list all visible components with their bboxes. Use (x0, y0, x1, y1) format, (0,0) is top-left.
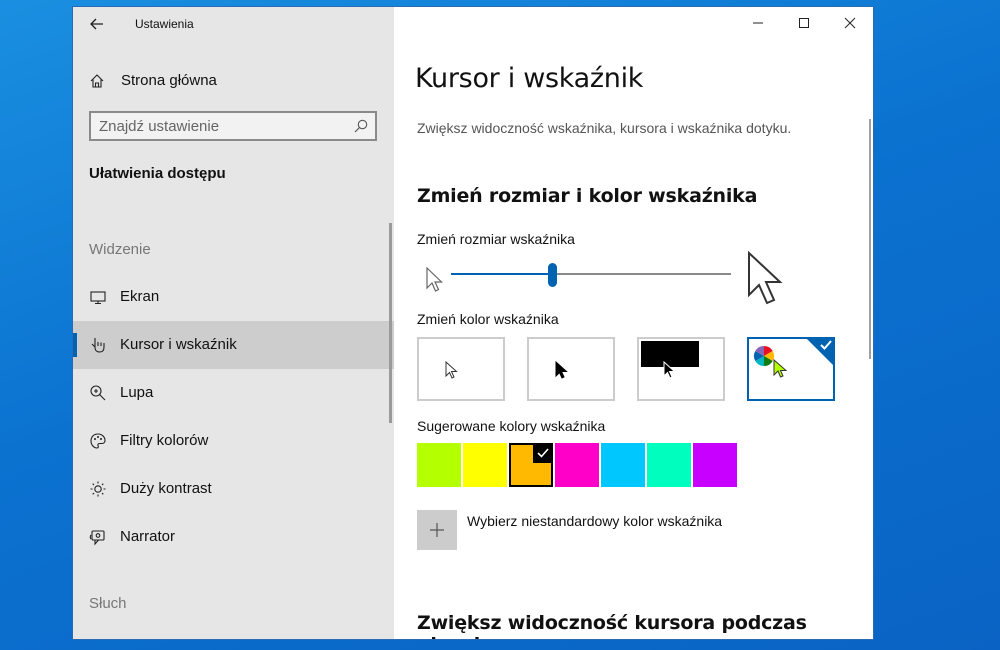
large-pointer-icon (748, 251, 783, 305)
close-button[interactable] (827, 7, 873, 39)
minimize-button[interactable] (735, 7, 781, 39)
check-icon (533, 443, 553, 463)
arrow-left-icon (90, 18, 103, 30)
page-title: Kursor i wskaźnik (415, 63, 644, 94)
group-label-hearing: Słuch (89, 595, 127, 612)
settings-window: Ustawienia Strona główna Ułatwienia dost… (72, 6, 874, 640)
color-option-white[interactable] (417, 337, 505, 401)
small-pointer-icon (426, 266, 443, 292)
app-title: Ustawienia (135, 17, 194, 31)
size-slider-thumb[interactable] (548, 263, 557, 287)
minimize-icon (753, 22, 763, 24)
sidebar-scrollbar[interactable] (389, 223, 392, 423)
sidebar-item-cursor[interactable]: Kursor i wskaźnik (73, 321, 394, 369)
sidebar: Ustawienia Strona główna Ułatwienia dost… (73, 7, 394, 639)
search-box[interactable] (89, 111, 377, 141)
monitor-icon (90, 291, 106, 305)
color-swatch[interactable] (693, 443, 737, 487)
content-pane: Kursor i wskaźnik Zwiększ widoczność wsk… (394, 7, 873, 639)
home-icon (90, 74, 104, 88)
palette-icon (90, 433, 106, 449)
sidebar-item-magnifier[interactable]: Lupa (73, 369, 394, 417)
checkmark-badge-icon (805, 337, 835, 367)
color-label: Zmień kolor wskaźnika (417, 311, 559, 327)
plus-icon (430, 523, 444, 537)
close-icon (844, 17, 856, 29)
inverted-pointer-icon (663, 361, 676, 379)
sidebar-item-label: Lupa (120, 384, 154, 401)
home-label: Strona główna (121, 72, 217, 89)
size-label: Zmień rozmiar wskaźnika (417, 231, 575, 247)
group-label-vision: Widzenie (89, 241, 151, 258)
magnifier-icon (90, 385, 106, 401)
color-swatch[interactable] (647, 443, 691, 487)
color-swatch[interactable] (555, 443, 599, 487)
section-title-size-color: Zmień rozmiar i kolor wskaźnika (417, 185, 758, 207)
content-scrollbar[interactable] (869, 119, 871, 359)
sidebar-item-color-filters[interactable]: Filtry kolorów (73, 417, 394, 465)
sidebar-item-high-contrast[interactable]: Duży kontrast (73, 465, 394, 513)
color-swatch[interactable] (417, 443, 461, 487)
add-custom-color-button[interactable] (417, 510, 457, 550)
color-swatch[interactable] (509, 443, 553, 487)
sidebar-item-label: Filtry kolorów (120, 432, 209, 449)
color-option-inverted[interactable] (637, 337, 725, 401)
white-pointer-icon (445, 361, 458, 379)
maximize-icon (799, 18, 809, 28)
page-description: Zwiększ widoczność wskaźnika, kursora i … (417, 120, 792, 136)
color-option-custom[interactable] (747, 337, 835, 401)
category-heading: Ułatwienia dostępu (89, 165, 226, 182)
custom-pointer-icon (773, 359, 788, 378)
sidebar-item-label: Duży kontrast (120, 480, 212, 497)
narrator-icon (89, 530, 105, 546)
sidebar-item-label: Narrator (120, 528, 176, 545)
black-pointer-icon (555, 361, 568, 379)
search-input[interactable] (99, 117, 339, 135)
brightness-icon (90, 481, 106, 497)
search-icon (354, 119, 368, 133)
sidebar-item-display[interactable]: Ekran (73, 273, 394, 321)
back-button[interactable] (83, 13, 111, 35)
cursor-icon (91, 338, 105, 353)
color-swatch[interactable] (601, 443, 645, 487)
home-link[interactable]: Strona główna (73, 67, 394, 95)
color-option-black[interactable] (527, 337, 615, 401)
color-swatch[interactable] (463, 443, 507, 487)
suggested-colors-label: Sugerowane kolory wskaźnika (417, 418, 606, 434)
color-wheel-icon (753, 345, 775, 367)
size-slider-fill (451, 273, 552, 275)
sidebar-item-narrator[interactable]: Narrator (73, 513, 394, 561)
section-title-text-cursor: Zwiększ widoczność kursora podczas pisan… (417, 612, 807, 639)
maximize-button[interactable] (781, 7, 827, 39)
sidebar-item-label: Ekran (120, 288, 160, 305)
sidebar-item-label: Kursor i wskaźnik (120, 336, 237, 353)
title-bar: Ustawienia (73, 7, 394, 41)
custom-color-label[interactable]: Wybierz niestandardowy kolor wskaźnika (467, 513, 722, 529)
